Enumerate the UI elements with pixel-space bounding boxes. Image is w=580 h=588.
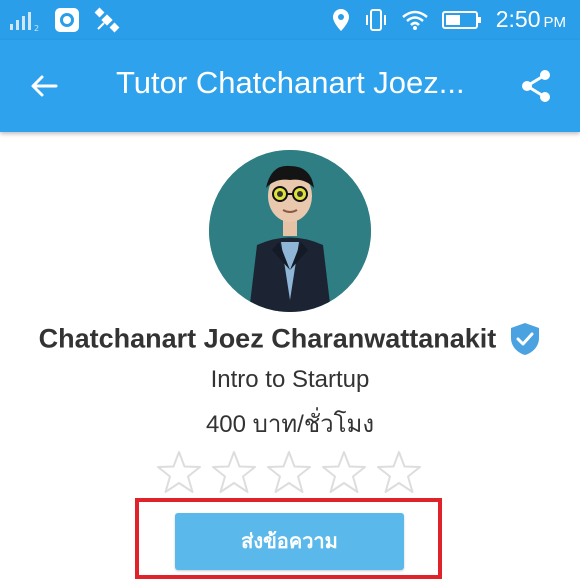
star-icon[interactable]	[375, 450, 423, 494]
satellite-icon	[94, 7, 120, 33]
price-label: 400 บาท/ชั่วโมง	[205, 411, 375, 438]
app-bar: Tutor Chatchanart Joez...	[0, 40, 580, 132]
tutor-avatar	[209, 150, 371, 312]
share-icon	[522, 70, 550, 102]
status-right: 2:50 PM	[332, 6, 566, 33]
page-title: Tutor Chatchanart Joez...	[116, 65, 465, 100]
star-icon[interactable]	[265, 450, 313, 494]
rating-stars	[155, 450, 423, 494]
svg-text:2: 2	[34, 24, 39, 32]
status-bar: 2 2:50 PM	[0, 0, 580, 40]
battery-icon	[441, 10, 481, 29]
star-icon[interactable]	[155, 450, 203, 494]
wifi-icon	[401, 10, 428, 30]
location-icon	[332, 8, 349, 31]
share-button[interactable]	[516, 66, 556, 106]
verified-badge-icon	[511, 323, 540, 355]
tutor-name-row: Chatchanart Joez Charanwattanakit	[0, 322, 580, 362]
vibrate-icon	[365, 8, 386, 31]
back-button[interactable]	[24, 66, 64, 106]
status-left: 2	[10, 7, 120, 33]
tutor-name: Chatchanart Joez Charanwattanakit	[38, 323, 497, 354]
avatar-image	[209, 150, 371, 312]
arrow-left-icon	[31, 75, 58, 97]
camera-app-icon	[55, 8, 79, 32]
course-title: Intro to Startup	[210, 366, 370, 393]
status-time: 2:50 PM	[495, 6, 566, 32]
star-icon[interactable]	[210, 450, 258, 494]
signal-icon: 2	[10, 12, 39, 32]
star-icon[interactable]	[320, 450, 368, 494]
send-message-button[interactable]: ส่งข้อความ	[175, 513, 404, 570]
